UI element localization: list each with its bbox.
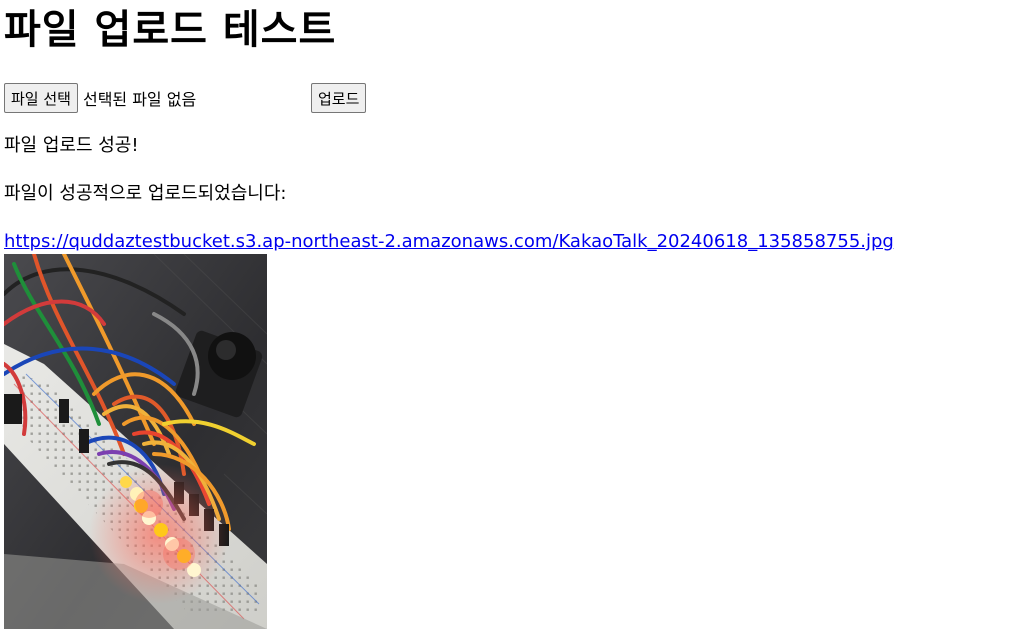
photo-breadboard-icon [4, 254, 267, 629]
file-select-button[interactable]: 파일 선택 [4, 83, 78, 113]
uploaded-file-link[interactable]: https://quddaztestbucket.s3.ap-northeast… [4, 230, 894, 254]
detail-message: 파일이 성공적으로 업로드되었습니다: [4, 183, 287, 204]
uploaded-image [4, 254, 267, 629]
upload-button[interactable]: 업로드 [310, 83, 367, 113]
page-title: 파일 업로드 테스트 [4, 7, 337, 53]
success-message: 파일 업로드 성공! [4, 135, 139, 156]
upload-form: 파일 선택 선택된 파일 없음 업로드 [4, 83, 367, 113]
file-status-text: 선택된 파일 없음 [82, 90, 197, 109]
page: 파일 업로드 테스트 파일 선택 선택된 파일 없음 업로드 파일 업로드 성공… [0, 0, 1019, 635]
